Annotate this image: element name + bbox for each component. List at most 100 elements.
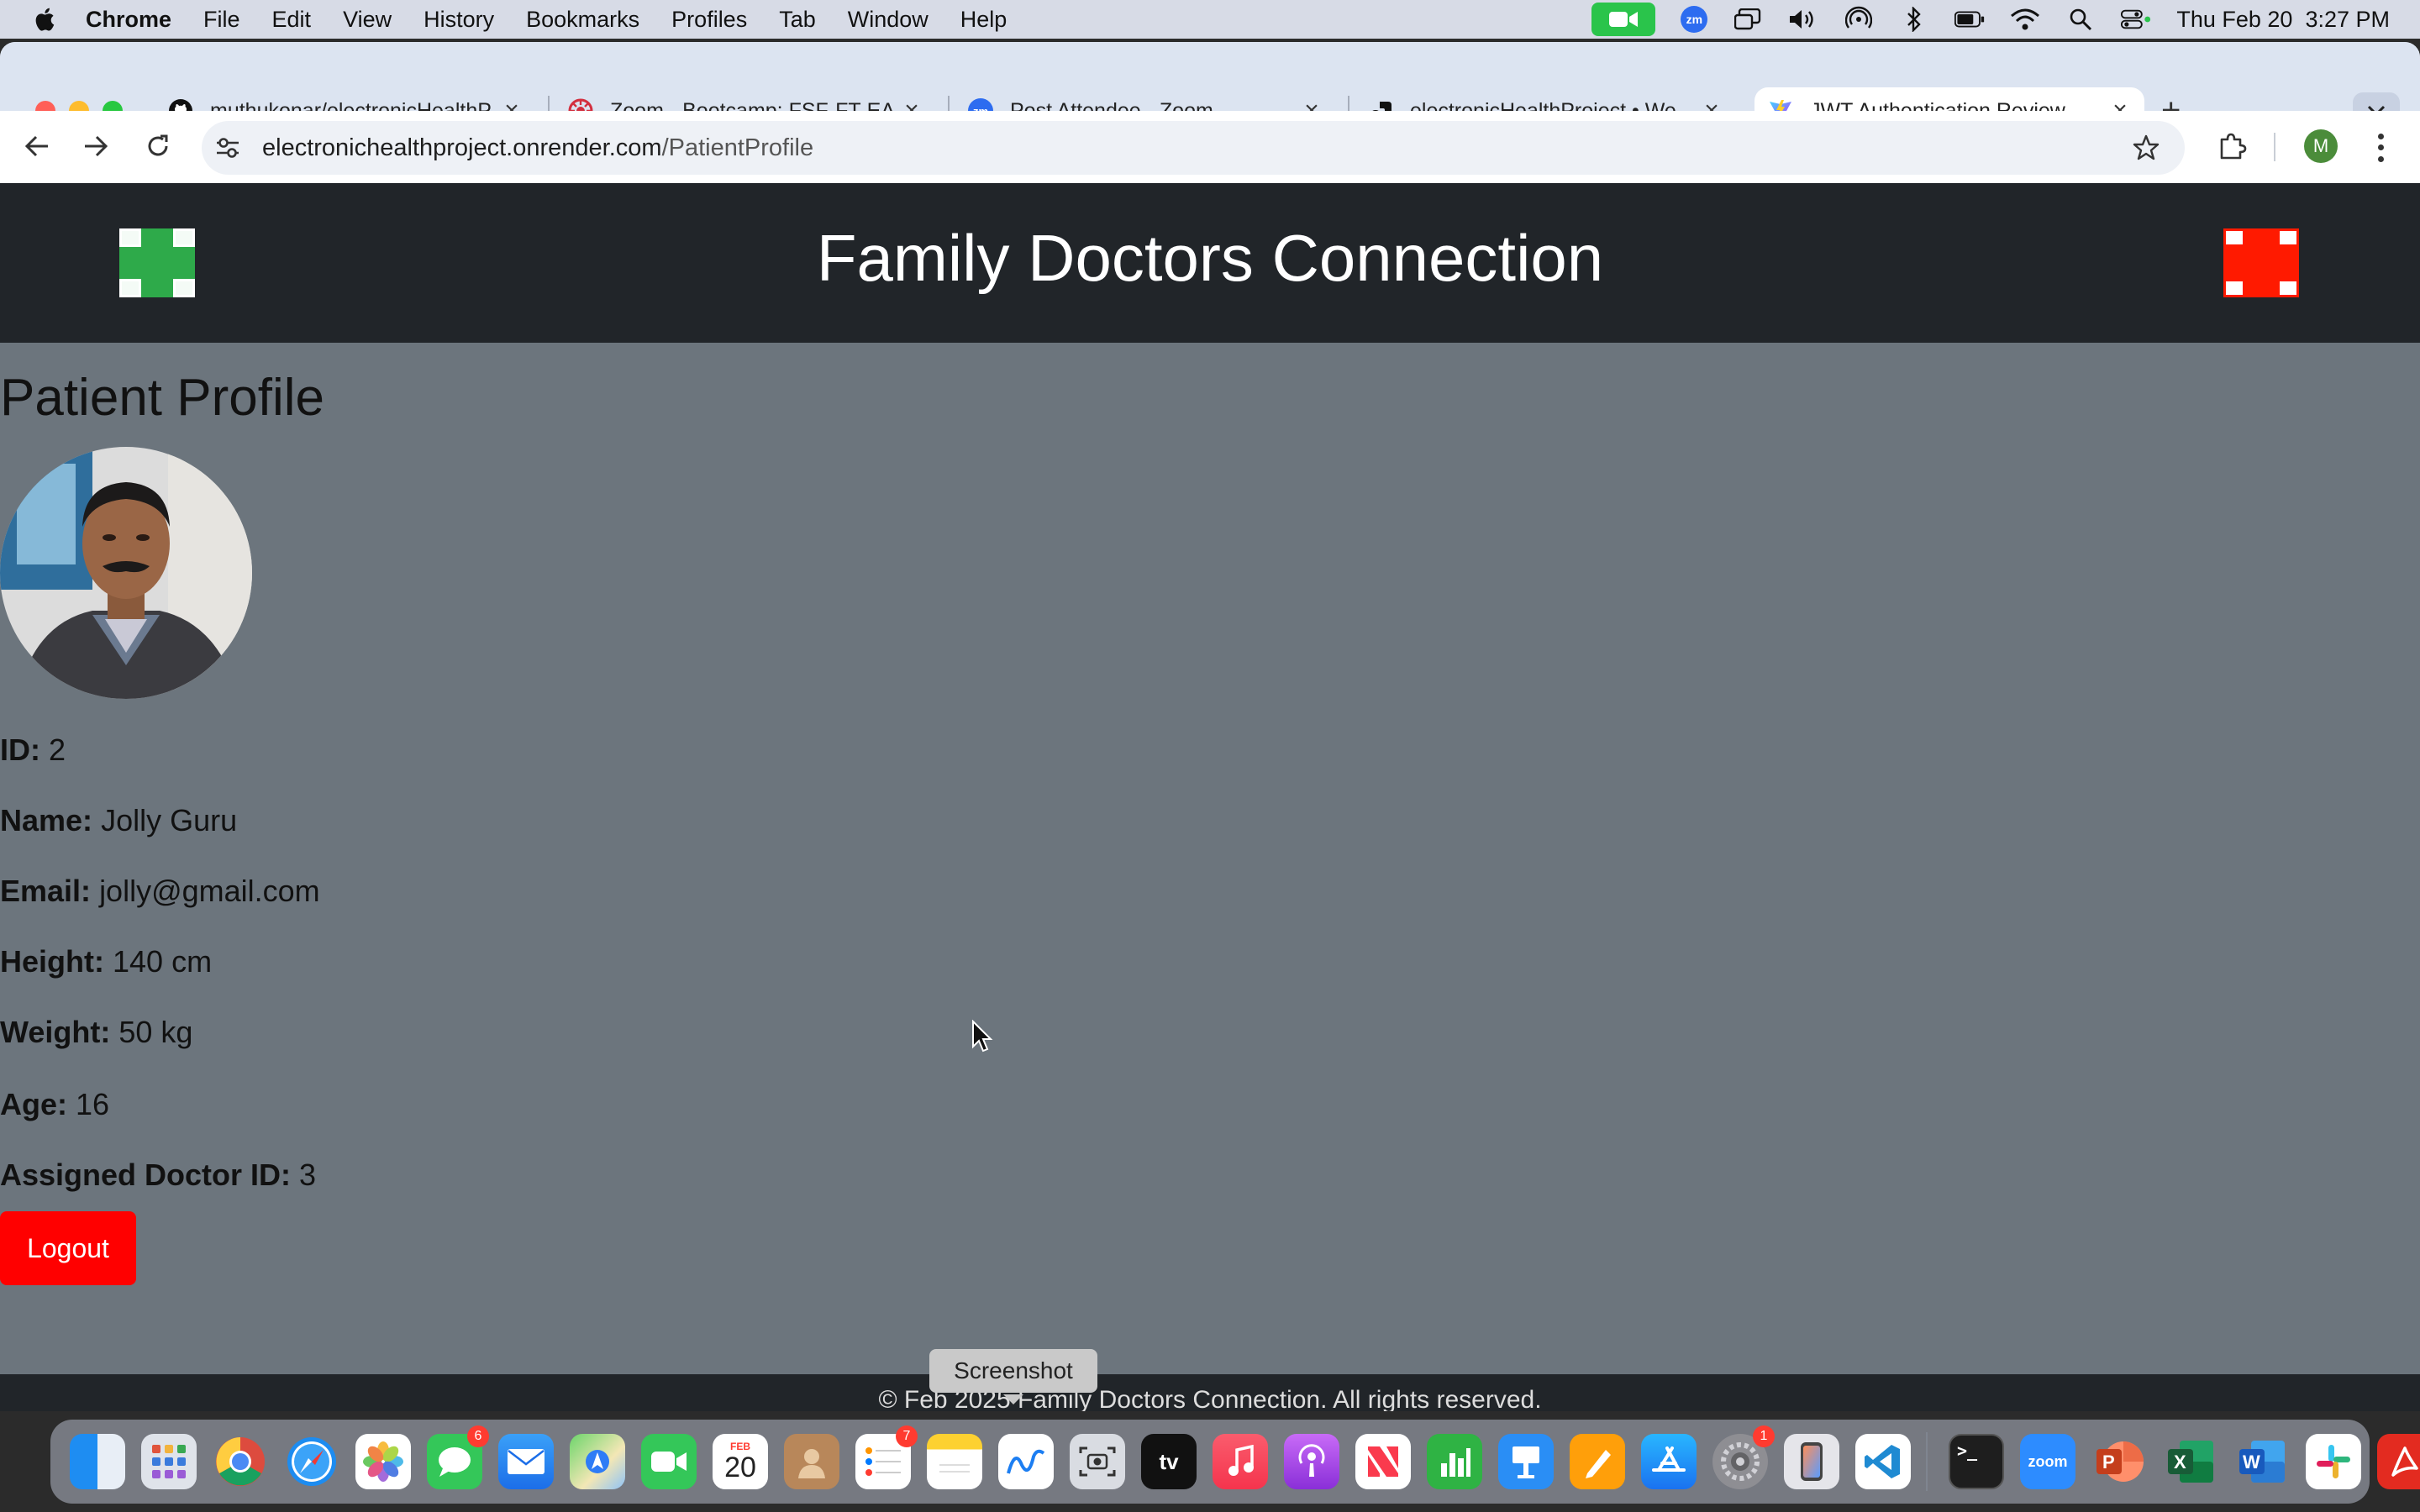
bluetooth-icon[interactable] — [1899, 7, 1929, 32]
browser-toolbar: electronichealthproject.onrender.com/Pat… — [0, 111, 2420, 183]
apple-logo-icon[interactable] — [32, 6, 55, 33]
menu-window[interactable]: Window — [848, 7, 929, 33]
powerpoint-icon[interactable]: P — [2091, 1434, 2147, 1489]
field-value: 16 — [76, 1087, 110, 1121]
acrobat-icon[interactable] — [2377, 1434, 2420, 1489]
menu-chrome[interactable]: Chrome — [86, 7, 171, 33]
page-title: Patient Profile — [0, 369, 324, 427]
zoom-app-icon[interactable]: zoom — [2020, 1434, 2075, 1489]
url-text[interactable]: electronichealthproject.onrender.com/Pat… — [262, 134, 813, 162]
site-settings-icon[interactable] — [213, 134, 242, 162]
field-id: ID: 2 — [0, 732, 66, 768]
bookmark-star-icon[interactable] — [2133, 134, 2160, 161]
menu-bookmarks[interactable]: Bookmarks — [526, 7, 639, 33]
field-age: Age: 16 — [0, 1087, 109, 1122]
mouse-pointer-icon — [972, 1020, 993, 1053]
field-label: Age: — [0, 1087, 67, 1121]
calendar-icon[interactable]: FEB 20 — [713, 1434, 768, 1489]
chrome-icon[interactable] — [213, 1434, 268, 1489]
word-icon[interactable]: W — [2234, 1434, 2290, 1489]
mail-icon[interactable] — [498, 1434, 554, 1489]
screenshot-icon[interactable] — [1070, 1434, 1125, 1489]
podcasts-icon[interactable] — [1284, 1434, 1339, 1489]
launchpad-icon[interactable] — [141, 1434, 197, 1489]
keynote-icon[interactable] — [1498, 1434, 1554, 1489]
finder-icon[interactable] — [70, 1434, 125, 1489]
contacts-icon[interactable] — [784, 1434, 839, 1489]
field-weight: Weight: 50 kg — [0, 1015, 192, 1050]
field-assigned-doctor-id: Assigned Doctor ID: 3 — [0, 1158, 316, 1193]
logout-button[interactable]: Logout — [0, 1211, 136, 1285]
medical-cross-logo-right[interactable] — [2223, 228, 2299, 297]
url-path: /PatientProfile — [661, 134, 814, 161]
calendar-day: 20 — [724, 1452, 756, 1483]
field-email: Email: jolly@gmail.com — [0, 874, 320, 909]
iphone-mirroring-icon[interactable] — [1784, 1434, 1839, 1489]
news-icon[interactable] — [1355, 1434, 1411, 1489]
field-value: jolly@gmail.com — [99, 874, 320, 908]
field-value: 2 — [49, 732, 66, 767]
excel-icon[interactable]: X — [2163, 1434, 2218, 1489]
photos-icon[interactable] — [355, 1434, 411, 1489]
freeform-icon[interactable] — [998, 1434, 1054, 1489]
menu-tab[interactable]: Tab — [779, 7, 816, 33]
reminders-badge: 7 — [896, 1425, 918, 1447]
extensions-puzzle-icon[interactable] — [2215, 129, 2249, 163]
patient-avatar — [0, 447, 252, 699]
field-value: 140 cm — [113, 944, 213, 979]
facetime-camera-icon[interactable] — [1591, 3, 1656, 36]
address-bar[interactable]: electronichealthproject.onrender.com/Pat… — [202, 121, 2185, 175]
menu-history[interactable]: History — [424, 7, 494, 33]
menu-help[interactable]: Help — [960, 7, 1007, 33]
chrome-menu-icon[interactable] — [2368, 131, 2393, 165]
battery-icon[interactable] — [1954, 7, 1985, 32]
slack-icon[interactable] — [2306, 1434, 2361, 1489]
numbers-icon[interactable] — [1427, 1434, 1482, 1489]
toolbar-divider — [2274, 133, 2275, 161]
zoom-label: zoom — [2028, 1452, 2068, 1470]
field-value: 50 kg — [118, 1015, 193, 1049]
reload-icon — [148, 134, 168, 156]
profile-avatar[interactable]: M — [2304, 129, 2338, 163]
volume-icon[interactable] — [1788, 7, 1818, 32]
zoom-status-icon[interactable]: zm — [1681, 6, 1708, 33]
menu-profiles[interactable]: Profiles — [671, 7, 747, 33]
maps-icon[interactable] — [570, 1434, 625, 1489]
forward-button[interactable] — [76, 126, 116, 166]
screen-mirroring-icon[interactable] — [1733, 7, 1763, 32]
control-center-icon[interactable] — [2121, 7, 2151, 32]
appletv-label: tv — [1159, 1448, 1179, 1474]
facetime-icon[interactable] — [641, 1434, 697, 1489]
menu-edit[interactable]: Edit — [272, 7, 312, 33]
status-area: zm Thu Feb 20 3:27 PM — [1591, 0, 2390, 39]
dock-tooltip: Screenshot — [929, 1349, 1097, 1404]
pages-icon[interactable] — [1570, 1434, 1625, 1489]
app-store-icon[interactable] — [1641, 1434, 1697, 1489]
menu-file[interactable]: File — [203, 7, 240, 33]
back-arrow-icon — [24, 135, 48, 157]
notes-icon[interactable] — [927, 1434, 982, 1489]
url-host: electronichealthproject.onrender.com — [262, 134, 662, 161]
spotlight-search-icon[interactable] — [2065, 7, 2096, 32]
field-label: ID: — [0, 732, 40, 767]
reminders-icon[interactable]: 7 — [855, 1425, 918, 1489]
field-label: Name: — [0, 803, 93, 837]
system-settings-icon[interactable]: 1 — [1712, 1425, 1775, 1489]
airdrop-icon[interactable] — [1844, 6, 1874, 32]
reload-button[interactable] — [138, 126, 178, 166]
macos-dock: 6 FEB 20 7 tv 1 >_ zoom P X W — [50, 1420, 2420, 1504]
messages-icon[interactable]: 6 — [427, 1425, 489, 1489]
messages-badge: 6 — [467, 1425, 489, 1447]
safari-icon[interactable] — [284, 1434, 339, 1489]
music-icon[interactable] — [1213, 1434, 1268, 1489]
vscode-icon[interactable] — [1855, 1434, 1911, 1489]
menu-view[interactable]: View — [343, 7, 392, 33]
terminal-icon[interactable]: >_ — [1949, 1434, 2004, 1489]
apple-tv-icon[interactable]: tv — [1141, 1434, 1197, 1489]
back-button[interactable] — [17, 126, 57, 166]
chrome-window: muthukonar/electronicHealthP × Zoom - Bo… — [0, 42, 2420, 1411]
wifi-icon[interactable] — [2010, 7, 2040, 32]
field-label: Height: — [0, 944, 104, 979]
macos-menu-bar: Chrome File Edit View History Bookmarks … — [0, 0, 2420, 39]
menubar-clock[interactable]: Thu Feb 20 3:27 PM — [2176, 7, 2390, 33]
